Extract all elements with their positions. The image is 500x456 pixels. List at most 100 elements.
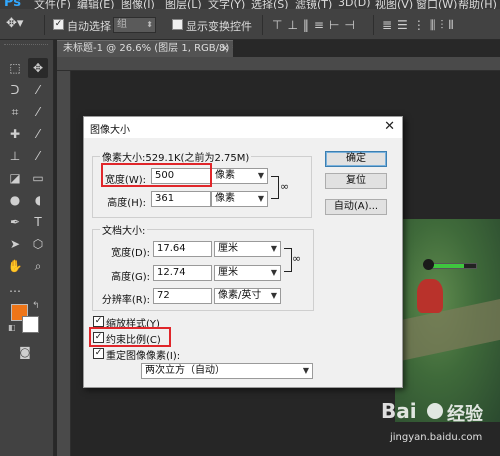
dodge-tool-icon[interactable]: ◖: [28, 190, 48, 210]
image-level-badge: [423, 259, 434, 270]
options-bar: ✥▾ ✓ 自动选择： 组 ⬍ 显示变换控件 ⊤⊥‖≡⊢⊣ ≣☰⋮⫼⫶⦀: [0, 9, 500, 40]
pixel-height-label: 高度(H):: [107, 198, 146, 209]
scale-styles-checkbox[interactable]: ✓: [93, 316, 104, 327]
menu-layer[interactable]: 图层(L): [165, 0, 202, 9]
menu-image[interactable]: 图像(I): [121, 0, 155, 9]
history-brush-tool-icon[interactable]: ⁄: [28, 146, 48, 166]
menu-view[interactable]: 视图(V): [375, 0, 413, 9]
chevron-down-icon: ▼: [257, 194, 264, 203]
pen-tool-icon[interactable]: ✒: [5, 212, 25, 232]
dialog-titlebar[interactable]: 图像大小 ✕: [84, 117, 402, 138]
menu-window[interactable]: 窗口(W): [416, 0, 457, 9]
canvas-image: [395, 219, 500, 422]
highlight-width: [101, 163, 212, 187]
distribute-icons[interactable]: ≣☰⋮⫼⫶⦀: [382, 18, 459, 33]
menu-select[interactable]: 选择(S): [251, 0, 289, 9]
doc-height-unit-select[interactable]: 厘米 ▼: [214, 265, 281, 281]
magic-wand-tool-icon[interactable]: ⁄: [28, 80, 48, 100]
pixel-height-input[interactable]: 361: [151, 191, 211, 207]
move-tool-icon[interactable]: ✥: [28, 58, 48, 78]
document-size-legend: 文档大小:: [100, 222, 148, 237]
shape-tool-icon[interactable]: ⬡: [28, 234, 48, 254]
tools-panel: ⬚ ✥ ᑐ ⁄ ⌗ ⁄ ✚ ⁄ ⊥ ⁄ ◪ ▭ ● ◖ ✒ T ➤ ⬡ ✋ ⌕ …: [0, 40, 54, 456]
auto-select-dropdown[interactable]: 组 ⬍: [113, 17, 156, 33]
quick-mask-icon[interactable]: ◙: [15, 342, 35, 362]
resolution-unit-select[interactable]: 像素/英寸 ▼: [214, 288, 281, 304]
menu-help[interactable]: 帮助(H): [458, 0, 497, 9]
watermark-brand-left: Bai: [381, 399, 417, 423]
chevron-down-icon: ⬍: [146, 20, 153, 29]
marquee-tool-icon[interactable]: ⬚: [5, 58, 25, 78]
resolution-input[interactable]: 72: [153, 288, 212, 304]
pixel-width-unit-select[interactable]: 像素 ▼: [211, 168, 268, 184]
chevron-down-icon: ▼: [270, 291, 277, 300]
move-tool-icon[interactable]: ✥▾: [6, 16, 23, 31]
close-tab-icon[interactable]: ×: [221, 41, 229, 57]
default-colors-icon[interactable]: ◧: [8, 323, 16, 332]
path-selection-tool-icon[interactable]: ➤: [5, 234, 25, 254]
separator: [373, 15, 374, 35]
eyedropper-tool-icon[interactable]: ⁄: [28, 102, 48, 122]
document-tab-title: 未标题-1 @ 26.6% (图层 1, RGB/8) *: [63, 43, 233, 54]
resample-method-value: 两次立方（自动）: [145, 365, 225, 376]
doc-link-bracket: [284, 248, 292, 272]
show-transform-label: 显示变换控件: [186, 20, 252, 33]
vertical-ruler: [57, 71, 71, 456]
ok-button[interactable]: 确定: [325, 151, 387, 167]
document-tab[interactable]: 未标题-1 @ 26.6% (图层 1, RGB/8) * ×: [57, 40, 233, 57]
separator: [44, 15, 45, 35]
menu-3d[interactable]: 3D(D): [338, 0, 371, 9]
crop-tool-icon[interactable]: ⌗: [5, 102, 25, 122]
clone-stamp-tool-icon[interactable]: ⊥: [5, 146, 25, 166]
image-health-bar: [427, 263, 477, 269]
chevron-down-icon: ▼: [270, 244, 277, 253]
image-size-dialog: 图像大小 ✕ 像素大小:529.1K(之前为2.75M) 宽度(W): 500 …: [83, 116, 403, 388]
pixel-dimensions-legend: 像素大小:529.1K(之前为2.75M): [100, 149, 252, 164]
zoom-tool-icon[interactable]: ⌕: [28, 256, 48, 276]
auto-button[interactable]: 自动(A)...: [325, 199, 387, 215]
doc-height-input[interactable]: 12.74: [153, 265, 212, 281]
baidu-jingyan-logo: Bai 经验: [381, 399, 493, 425]
blur-tool-icon[interactable]: ●: [5, 190, 25, 210]
resolution-label: 分辨率(R):: [101, 295, 150, 306]
watermark-brand-right: 经验: [447, 404, 483, 425]
brush-tool-icon[interactable]: ⁄: [28, 124, 48, 144]
resample-checkbox[interactable]: ✓: [93, 348, 104, 359]
highlight-constrain: [89, 327, 171, 347]
resample-method-select[interactable]: 两次立方（自动） ▼: [141, 363, 313, 379]
menu-bar: Ps 文件(F) 编辑(E) 图像(I) 图层(L) 文字(Y) 选择(S) 滤…: [0, 0, 500, 9]
healing-brush-tool-icon[interactable]: ✚: [5, 124, 25, 144]
menu-edit[interactable]: 编辑(E): [77, 0, 115, 9]
image-hero: [417, 279, 443, 313]
menu-filter[interactable]: 滤镜(T): [295, 0, 332, 9]
reset-button[interactable]: 复位: [325, 173, 387, 189]
menu-file[interactable]: 文件(F): [34, 0, 71, 9]
photoshop-logo: Ps: [4, 0, 22, 9]
close-icon[interactable]: ✕: [384, 119, 395, 134]
chevron-down-icon: ▼: [302, 366, 309, 375]
pixel-height-unit-select[interactable]: 像素 ▼: [211, 191, 268, 207]
hand-tool-icon[interactable]: ✋: [5, 256, 25, 276]
lasso-tool-icon[interactable]: ᑐ: [5, 80, 25, 100]
show-transform-checkbox[interactable]: [172, 19, 183, 30]
swap-colors-icon[interactable]: ↰: [32, 301, 40, 311]
auto-select-checkbox[interactable]: ✓: [53, 19, 64, 30]
more-tools-icon[interactable]: …: [5, 278, 25, 298]
background-color-swatch[interactable]: [22, 316, 39, 333]
pixel-link-bracket: [271, 176, 279, 199]
align-icons[interactable]: ⊤⊥‖≡⊢⊣: [272, 18, 360, 32]
menu-type[interactable]: 文字(Y): [208, 0, 245, 9]
doc-height-label: 高度(G):: [111, 272, 150, 283]
eraser-tool-icon[interactable]: ◪: [5, 168, 25, 188]
type-tool-icon[interactable]: T: [28, 212, 48, 232]
gradient-tool-icon[interactable]: ▭: [28, 168, 48, 188]
panel-grip: [4, 44, 48, 52]
chain-link-icon: ∞: [280, 180, 290, 193]
chevron-down-icon: ▼: [270, 268, 277, 277]
doc-width-input[interactable]: 17.64: [153, 241, 212, 257]
resolution-unit: 像素/英寸: [218, 290, 262, 301]
paw-icon: [427, 403, 443, 419]
doc-width-unit: 厘米: [218, 243, 238, 254]
doc-width-unit-select[interactable]: 厘米 ▼: [214, 241, 281, 257]
dialog-title: 图像大小: [90, 125, 130, 136]
